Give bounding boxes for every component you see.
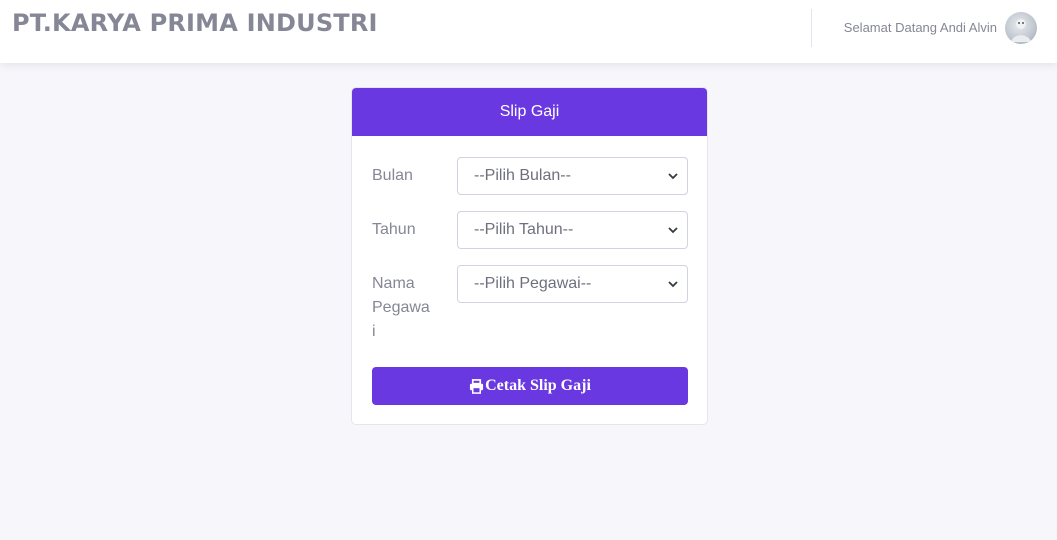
brand-title[interactable]: PT.KARYA PRIMA INDUSTRI [12, 9, 378, 37]
cetak-slip-gaji-button[interactable]: Cetak Slip Gaji [372, 367, 688, 405]
card-header: Slip Gaji [352, 88, 707, 136]
select-pegawai-value: --Pilih Pegawai-- [474, 275, 592, 292]
label-tahun: Tahun [372, 221, 416, 238]
form-row-pegawai: Nama Pegawa i --Pilih Pegawai-- [372, 265, 688, 345]
chevron-down-icon [668, 281, 678, 288]
label-pegawai: Nama Pegawa i [372, 272, 432, 344]
label-pegawai-line-1: Nama [372, 275, 415, 292]
form-row-bulan: Bulan --Pilih Bulan-- [372, 157, 688, 195]
label-pegawai-line-2: Pegawa [372, 299, 430, 316]
select-bulan[interactable]: --Pilih Bulan-- [457, 157, 688, 195]
form-row-tahun: Tahun --Pilih Tahun-- [372, 211, 688, 249]
welcome-text[interactable]: Selamat Datang Andi Alvin [844, 20, 997, 35]
label-bulan: Bulan [372, 167, 413, 184]
cetak-slip-gaji-label: Cetak Slip Gaji [485, 377, 591, 394]
user-avatar-icon [1011, 19, 1031, 42]
card-title: Slip Gaji [499, 103, 560, 120]
select-tahun[interactable]: --Pilih Tahun-- [457, 211, 688, 249]
print-icon [470, 378, 484, 394]
chevron-down-icon [668, 227, 678, 234]
chevron-down-icon [668, 173, 678, 180]
topbar-divider [811, 9, 812, 47]
select-bulan-value: --Pilih Bulan-- [474, 167, 571, 184]
select-pegawai[interactable]: --Pilih Pegawai-- [457, 265, 688, 303]
slip-gaji-card: Slip Gaji Bulan --Pilih Bulan-- Tahun --… [351, 87, 708, 425]
avatar[interactable] [1005, 12, 1037, 44]
label-pegawai-line-3: i [372, 323, 376, 340]
select-tahun-value: --Pilih Tahun-- [474, 221, 574, 238]
topbar: PT.KARYA PRIMA INDUSTRI Selamat Datang A… [0, 0, 1057, 63]
